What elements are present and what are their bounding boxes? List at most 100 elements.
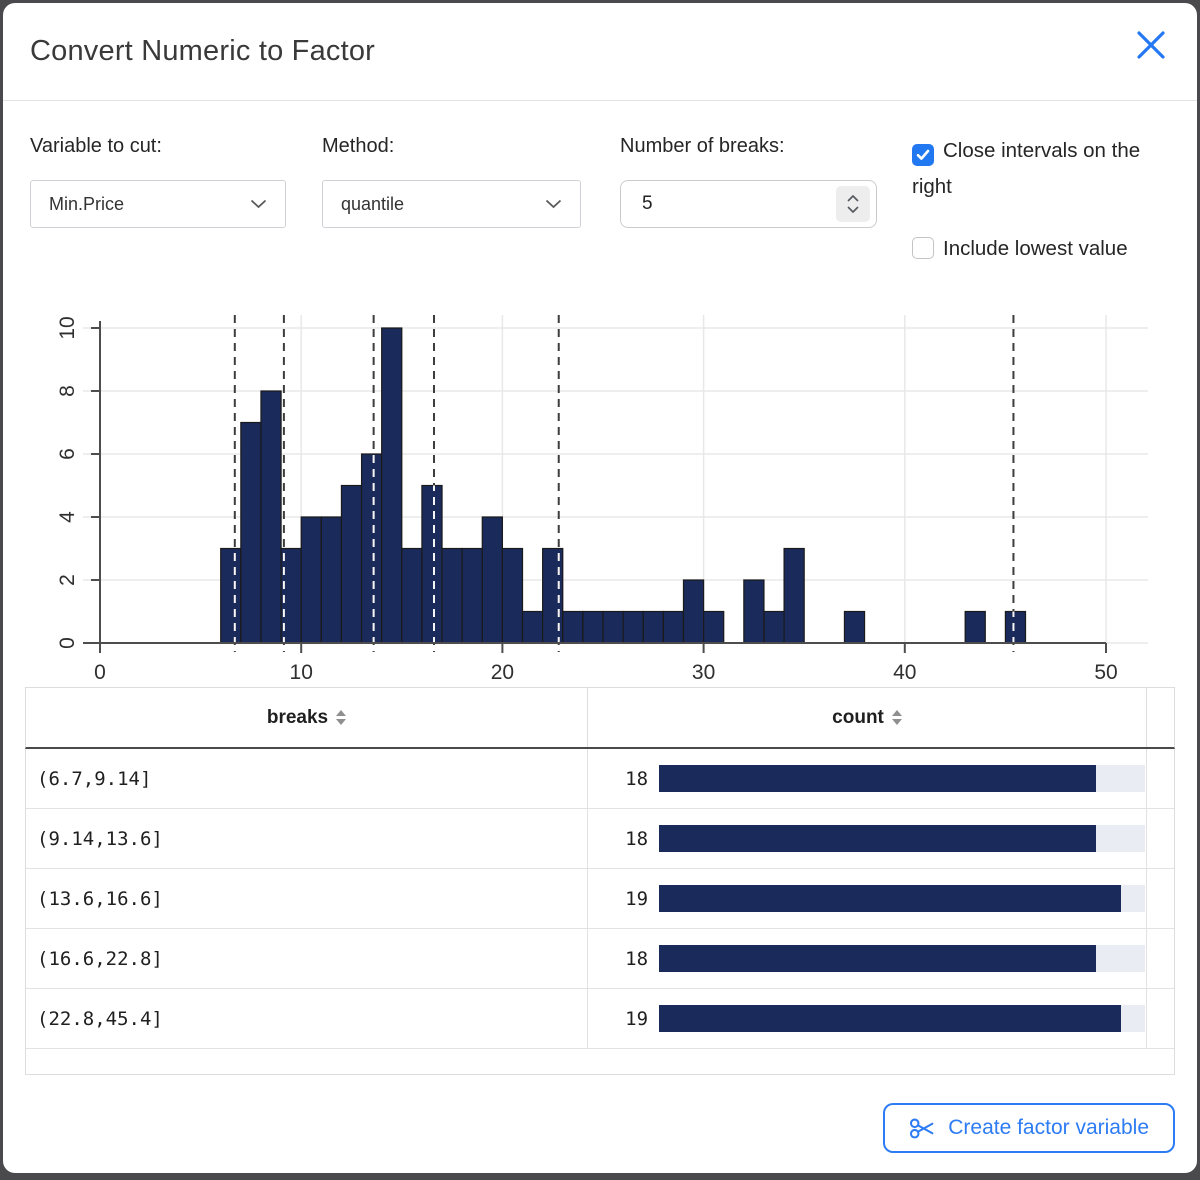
count-cell: 18 <box>587 809 1146 868</box>
histogram-bar <box>663 612 683 644</box>
count-bar <box>659 765 1096 792</box>
histogram-bar <box>362 454 382 643</box>
breaks-cell: (16.6,22.8] <box>26 929 587 988</box>
number-of-breaks-input[interactable] <box>621 181 801 227</box>
checkmark-icon <box>916 149 930 161</box>
header-divider <box>3 100 1197 101</box>
y-tick-label: 2 <box>56 574 79 586</box>
histogram-bar <box>744 580 764 643</box>
y-tick-label: 4 <box>56 511 79 523</box>
count-cell: 19 <box>587 989 1146 1048</box>
histogram-bar <box>844 612 864 644</box>
checkbox-include-lowest[interactable]: Include lowest value <box>912 231 1182 267</box>
count-value: 19 <box>606 1008 648 1030</box>
x-tick-label: 0 <box>94 661 106 684</box>
count-cell: 18 <box>587 929 1146 988</box>
column-header-spacer <box>1146 688 1174 747</box>
dialog-title: Convert Numeric to Factor <box>30 35 375 68</box>
count-cell: 19 <box>587 869 1146 928</box>
chevron-down-icon <box>847 206 859 213</box>
column-header-breaks[interactable]: breaks <box>26 688 587 747</box>
y-tick-label: 8 <box>56 385 79 397</box>
checkbox-include-lowest-label: Include lowest value <box>943 237 1128 260</box>
checkbox-close-intervals-label: Close intervals on the right <box>912 139 1140 198</box>
count-bar-track <box>659 825 1145 852</box>
histogram-bar <box>1005 612 1025 644</box>
table-row[interactable]: (9.14,13.6]18 <box>25 809 1175 869</box>
histogram-bar <box>965 612 985 644</box>
convert-numeric-to-factor-dialog: Convert Numeric to Factor Variable to cu… <box>3 3 1197 1173</box>
breaks-cell: (13.6,16.6] <box>26 869 587 928</box>
count-bar-track <box>659 885 1145 912</box>
count-value: 19 <box>606 888 648 910</box>
histogram-bar <box>523 612 543 644</box>
count-bar-track <box>659 1005 1145 1032</box>
variable-select-value: Min.Price <box>49 194 124 215</box>
histogram-bar <box>321 517 341 643</box>
breaks-table-footer <box>25 1049 1175 1075</box>
table-row[interactable]: (22.8,45.4] 19 <box>25 989 1175 1049</box>
table-row[interactable]: (13.6,16.6] 19 <box>25 869 1175 929</box>
column-header-count[interactable]: count <box>587 688 1146 747</box>
histogram-bar <box>442 549 462 644</box>
spacer-cell <box>1146 809 1174 868</box>
checkbox-close-intervals[interactable]: Close intervals on the right <box>912 133 1182 205</box>
count-value: 18 <box>606 948 648 970</box>
number-spinner[interactable] <box>836 186 870 222</box>
x-tick-label: 40 <box>893 661 916 684</box>
create-factor-variable-button[interactable]: Create factor variable <box>883 1103 1175 1153</box>
breaks-table-body: (6.7,9.14]18(9.14,13.6]18(13.6,16.6]19(1… <box>25 749 1175 1049</box>
histogram-bar <box>422 486 442 644</box>
histogram-bar <box>764 612 784 644</box>
histogram-bar <box>341 486 361 644</box>
breaks-table-header: breaks count <box>25 688 1175 749</box>
histogram-bar <box>261 391 281 643</box>
breaks-cell: (9.14,13.6] <box>26 809 587 868</box>
method-select-value: quantile <box>341 194 404 215</box>
spacer-cell <box>1146 869 1174 928</box>
x-tick-label: 10 <box>290 661 313 684</box>
checkbox-include-lowest-box[interactable] <box>912 237 934 259</box>
x-tick-label: 50 <box>1094 661 1117 684</box>
method-select[interactable]: quantile <box>322 180 581 228</box>
table-row[interactable]: (6.7,9.14] 18 <box>25 749 1175 809</box>
chevron-up-icon <box>847 195 859 202</box>
sort-icon[interactable] <box>336 710 346 725</box>
histogram-bar <box>482 517 502 643</box>
close-button[interactable] <box>1129 23 1173 67</box>
count-bar-track <box>659 945 1145 972</box>
variable-to-cut-label: Variable to cut: <box>30 135 162 158</box>
sort-icon[interactable] <box>892 710 902 725</box>
histogram-bar <box>583 612 603 644</box>
count-bar-track <box>659 765 1145 792</box>
count-bar <box>659 945 1096 972</box>
histogram-bar <box>643 612 663 644</box>
breaks-cell: (22.8,45.4] <box>26 989 587 1048</box>
number-of-breaks-field <box>620 180 877 228</box>
histogram-bar <box>784 549 804 644</box>
breaks-table: breaks count (6.7,9.14]18(9.14,13.6]18(1… <box>25 687 1175 1075</box>
histogram-bar <box>543 549 563 644</box>
histogram-bar <box>301 517 321 643</box>
count-cell: 18 <box>587 749 1146 808</box>
variable-select[interactable]: Min.Price <box>30 180 286 228</box>
create-factor-variable-label: Create factor variable <box>948 1116 1149 1140</box>
spacer-cell <box>1146 929 1174 988</box>
count-value: 18 <box>606 768 648 790</box>
histogram-bar <box>623 612 643 644</box>
breaks-cell: (6.7,9.14] <box>26 749 587 808</box>
spacer-cell <box>1146 749 1174 808</box>
y-tick-label: 10 <box>56 316 79 339</box>
histogram-bar <box>683 580 703 643</box>
spacer-cell <box>1146 989 1174 1048</box>
histogram-bar <box>502 549 522 644</box>
checkbox-close-intervals-box[interactable] <box>912 144 934 166</box>
histogram-bar <box>462 549 482 644</box>
histogram-bar <box>382 328 402 643</box>
table-row[interactable]: (16.6,22.8] 18 <box>25 929 1175 989</box>
histogram-plot: 010203040500246810 <box>3 285 1197 697</box>
count-bar <box>659 825 1096 852</box>
count-bar <box>659 885 1121 912</box>
x-tick-label: 20 <box>491 661 514 684</box>
y-tick-label: 6 <box>56 448 79 460</box>
